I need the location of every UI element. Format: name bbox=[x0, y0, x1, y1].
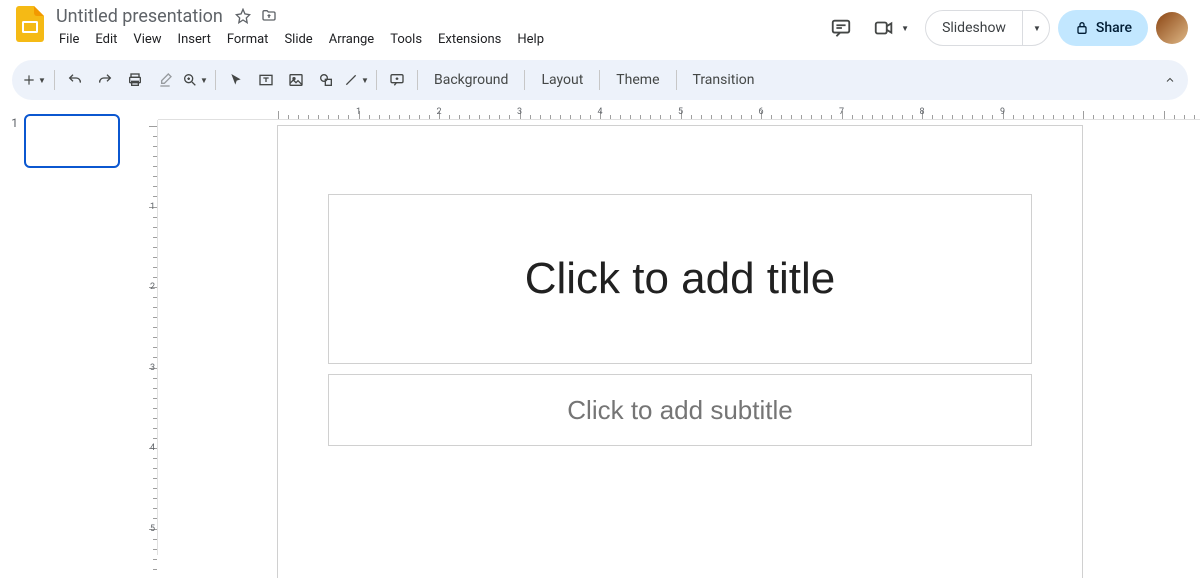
filmstrip: 1 bbox=[0, 104, 138, 555]
toolbar: ▼ ▼ ▼ Background Layout Theme Transitio bbox=[12, 60, 1188, 100]
slide-number: 1 bbox=[8, 114, 18, 168]
subtitle-placeholder[interactable]: Click to add subtitle bbox=[328, 374, 1032, 446]
separator bbox=[524, 70, 525, 90]
menu-file[interactable]: File bbox=[52, 28, 86, 51]
menu-format[interactable]: Format bbox=[220, 28, 276, 51]
canvas-area: 123456789 12345 Click to add title Click… bbox=[138, 104, 1200, 555]
print-button[interactable] bbox=[121, 66, 149, 94]
subtitle-placeholder-text: Click to add subtitle bbox=[567, 395, 792, 426]
chevron-down-icon: ▼ bbox=[361, 76, 369, 85]
slideshow-button[interactable]: Slideshow bbox=[926, 11, 1022, 45]
share-label: Share bbox=[1096, 20, 1132, 36]
menu-bar: File Edit View Insert Format Slide Arran… bbox=[52, 28, 825, 51]
comment-button[interactable] bbox=[383, 66, 411, 94]
comments-icon[interactable] bbox=[825, 12, 857, 44]
redo-button[interactable] bbox=[91, 66, 119, 94]
menu-view[interactable]: View bbox=[126, 28, 168, 51]
separator bbox=[54, 70, 55, 90]
move-icon[interactable] bbox=[259, 6, 279, 26]
workspace: 1 123456789 12345 Click to add title Cli… bbox=[0, 104, 1200, 555]
header: Untitled presentation File Edit View Ins… bbox=[0, 0, 1200, 56]
vertical-ruler[interactable]: 12345 bbox=[138, 120, 158, 555]
menu-insert[interactable]: Insert bbox=[171, 28, 218, 51]
layout-button[interactable]: Layout bbox=[531, 66, 593, 94]
collapse-toolbar-icon[interactable] bbox=[1164, 74, 1176, 86]
paint-format-button[interactable] bbox=[151, 66, 179, 94]
separator bbox=[676, 70, 677, 90]
chevron-down-icon: ▼ bbox=[901, 24, 909, 33]
menu-tools[interactable]: Tools bbox=[383, 28, 429, 51]
image-tool[interactable] bbox=[282, 66, 310, 94]
undo-button[interactable] bbox=[61, 66, 89, 94]
slide-thumbnail[interactable] bbox=[24, 114, 120, 168]
chevron-down-icon: ▼ bbox=[200, 76, 208, 85]
select-tool[interactable] bbox=[222, 66, 250, 94]
menu-edit[interactable]: Edit bbox=[88, 28, 124, 51]
theme-button[interactable]: Theme bbox=[606, 66, 669, 94]
avatar[interactable] bbox=[1156, 12, 1188, 44]
slideshow-caret[interactable]: ▼ bbox=[1022, 11, 1049, 45]
shape-tool[interactable] bbox=[312, 66, 340, 94]
background-button[interactable]: Background bbox=[424, 66, 518, 94]
textbox-tool[interactable] bbox=[252, 66, 280, 94]
menu-extensions[interactable]: Extensions bbox=[431, 28, 508, 51]
menu-arrange[interactable]: Arrange bbox=[322, 28, 381, 51]
star-icon[interactable] bbox=[233, 6, 253, 26]
slide-canvas[interactable]: Click to add title Click to add subtitle bbox=[278, 126, 1082, 578]
separator bbox=[376, 70, 377, 90]
slides-logo[interactable] bbox=[12, 6, 48, 42]
menu-help[interactable]: Help bbox=[510, 28, 551, 51]
title-placeholder[interactable]: Click to add title bbox=[328, 194, 1032, 364]
horizontal-ruler[interactable]: 123456789 bbox=[158, 104, 1200, 120]
new-slide-button[interactable]: ▼ bbox=[20, 66, 48, 94]
meet-button[interactable]: ▼ bbox=[865, 11, 917, 45]
chevron-down-icon: ▼ bbox=[38, 76, 46, 85]
title-placeholder-text: Click to add title bbox=[525, 254, 836, 304]
transition-button[interactable]: Transition bbox=[683, 66, 765, 94]
menu-slide[interactable]: Slide bbox=[277, 28, 319, 51]
line-tool[interactable]: ▼ bbox=[342, 66, 370, 94]
share-button[interactable]: Share bbox=[1058, 10, 1148, 46]
separator bbox=[215, 70, 216, 90]
separator bbox=[599, 70, 600, 90]
doc-title[interactable]: Untitled presentation bbox=[52, 6, 227, 27]
separator bbox=[417, 70, 418, 90]
zoom-button[interactable]: ▼ bbox=[181, 66, 209, 94]
